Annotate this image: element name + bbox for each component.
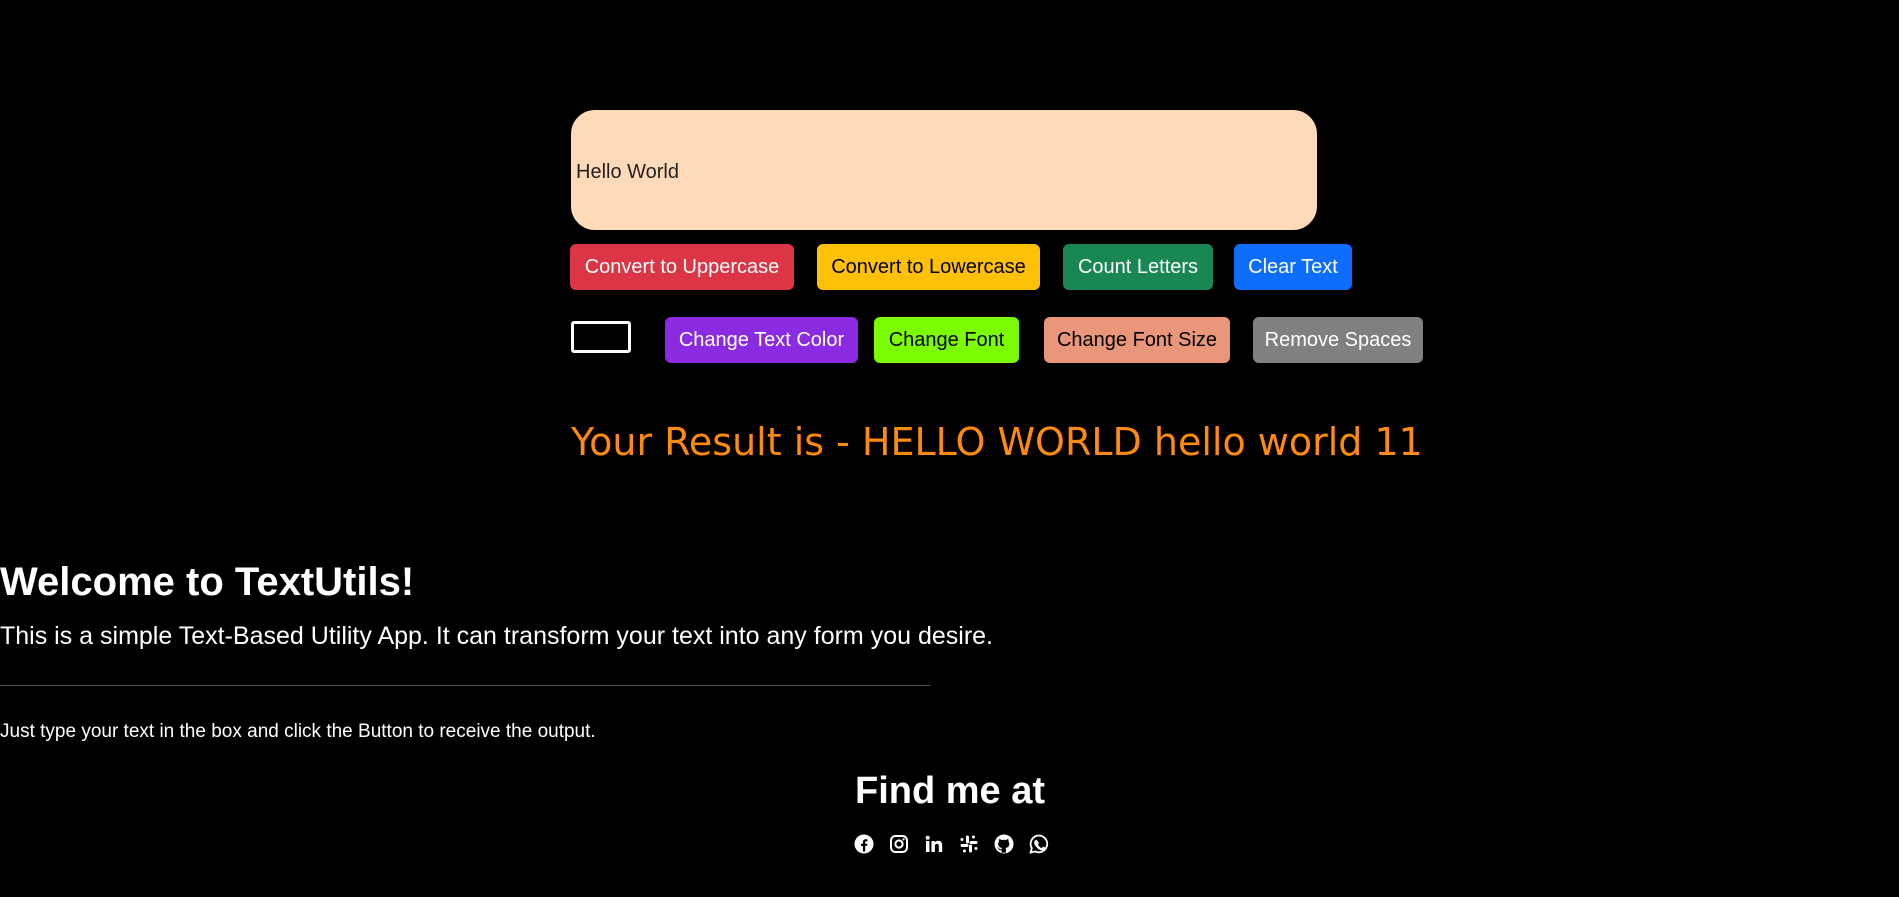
change-text-color-button[interactable]: Change Text Color	[665, 317, 858, 363]
change-font-size-button[interactable]: Change Font Size	[1044, 317, 1230, 363]
social-links	[854, 834, 1049, 854]
count-letters-button[interactable]: Count Letters	[1063, 244, 1213, 290]
find-me-title: Find me at	[855, 770, 1046, 812]
text-input[interactable]	[571, 110, 1317, 230]
page: Convert to Uppercase Convert to Lowercas…	[0, 0, 1899, 897]
divider	[0, 685, 930, 686]
text-color-picker[interactable]	[571, 321, 631, 353]
welcome-lead: This is a simple Text-Based Utility App.…	[0, 622, 993, 650]
facebook-icon[interactable]	[854, 834, 874, 854]
remove-spaces-button[interactable]: Remove Spaces	[1253, 317, 1423, 363]
welcome-title: Welcome to TextUtils!	[0, 560, 415, 604]
slack-icon[interactable]	[959, 834, 979, 854]
linkedin-icon[interactable]	[924, 834, 944, 854]
instagram-icon[interactable]	[889, 834, 909, 854]
whatsapp-icon[interactable]	[1029, 834, 1049, 854]
change-font-button[interactable]: Change Font	[874, 317, 1019, 363]
result-text: Your Result is - HELLO WORLD hello world…	[571, 420, 1423, 464]
github-icon[interactable]	[994, 834, 1014, 854]
clear-text-button[interactable]: Clear Text	[1234, 244, 1352, 290]
welcome-note: Just type your text in the box and click…	[0, 721, 596, 742]
convert-uppercase-button[interactable]: Convert to Uppercase	[570, 244, 794, 290]
convert-lowercase-button[interactable]: Convert to Lowercase	[817, 244, 1040, 290]
